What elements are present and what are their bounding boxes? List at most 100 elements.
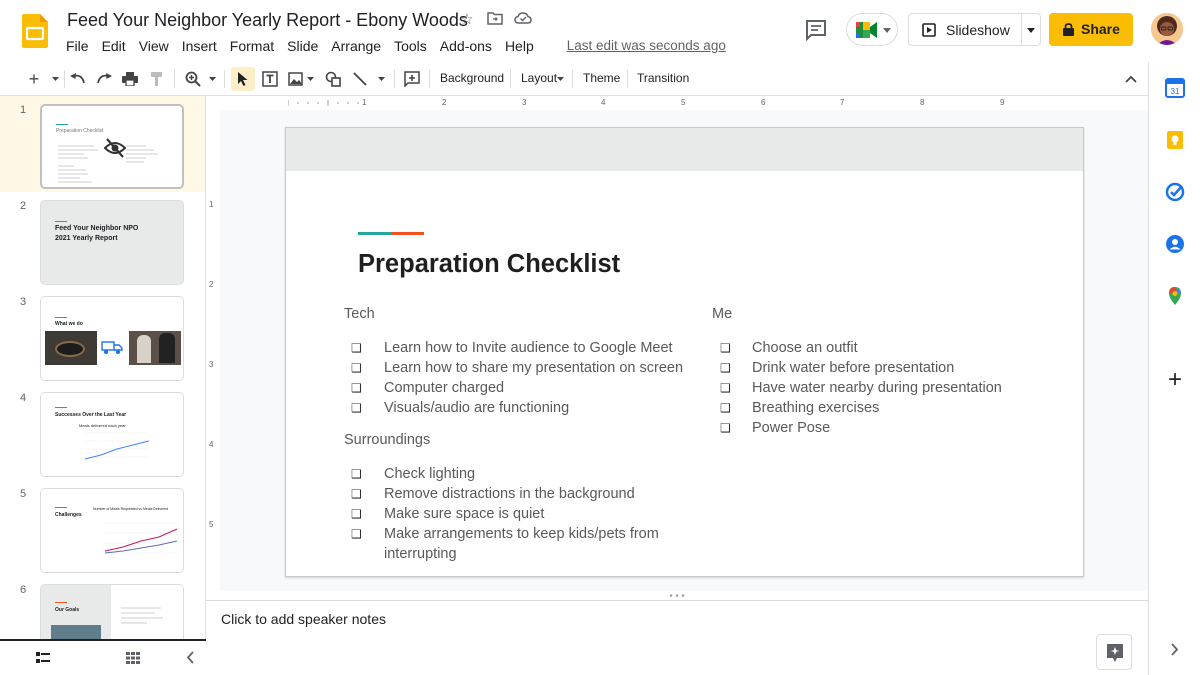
slide-number: 2 [20,200,27,212]
section-heading-surroundings[interactable]: Surroundings [344,432,430,448]
checklist-item[interactable]: Drink water before presentation [752,358,954,378]
slide-thumbnail-1[interactable]: Preparation Checklist [40,104,184,189]
star-icon[interactable]: ☆ [458,11,476,29]
title-accent-bar[interactable] [358,232,392,235]
share-button[interactable]: Share [1049,13,1133,46]
checklist-item[interactable]: Visuals/audio are functioning [384,398,569,418]
checklist-item[interactable]: Computer charged [384,378,504,398]
user-avatar[interactable] [1151,13,1183,45]
cursor-arrow-icon [238,72,248,86]
show-side-panel-chevron-right-icon[interactable] [1171,643,1179,656]
select-tool-button[interactable] [231,67,255,91]
theme-button[interactable]: Theme [583,71,620,85]
zoom-icon[interactable] [185,71,201,87]
divider [429,70,430,88]
thumb-accent [55,602,67,603]
menu-view[interactable]: View [139,38,169,54]
calendar-icon[interactable]: 31 [1165,78,1185,98]
slide-header-band [286,128,1083,171]
ruler-label: 1 [362,98,367,107]
grid-view-icon[interactable] [126,652,140,664]
checklist-item[interactable]: Make sure space is quiet [384,504,544,524]
thumb-line-chart [104,522,178,554]
line-chevron-icon[interactable] [378,77,385,81]
explore-button[interactable] [1096,634,1132,670]
checklist-item[interactable]: Make arrangements to keep kids/pets from [384,524,659,544]
slide-thumbnail-5[interactable]: Challenges Number of Meals Requested vs … [40,488,184,573]
zoom-chevron-icon[interactable] [209,77,216,81]
menu-slide[interactable]: Slide [287,38,318,54]
checklist-item[interactable]: Check lighting [384,464,475,484]
cloud-saved-icon[interactable] [514,11,532,29]
checklist-item[interactable]: Breathing exercises [752,398,879,418]
checklist-item[interactable]: Learn how to share my presentation on sc… [384,358,683,378]
redo-icon[interactable] [96,73,112,85]
checklist-item[interactable]: Learn how to Invite audience to Google M… [384,338,673,358]
text-box-icon[interactable] [262,71,278,87]
slide-thumbnail-2[interactable]: Feed Your Neighbor NPO 2021 Yearly Repor… [40,200,184,285]
menu-tools[interactable]: Tools [394,38,427,54]
meet-button[interactable] [846,13,898,46]
menu-edit[interactable]: Edit [102,38,126,54]
get-add-ons-plus-icon[interactable]: + [1165,368,1185,392]
contacts-icon[interactable] [1165,234,1185,254]
filmstrip-view-icon[interactable] [36,652,50,664]
speaker-notes[interactable]: Click to add speaker notes [206,600,1148,675]
menu-arrange[interactable]: Arrange [331,38,381,54]
checklist-item-continuation[interactable]: interrupting [384,544,457,564]
collapse-filmstrip-chevron-left-icon[interactable] [186,651,194,664]
vertical-ruler[interactable]: 1 2 3 4 5 [206,128,220,578]
slideshow-options-chevron-icon[interactable] [1027,28,1035,33]
delivery-truck-icon [101,341,123,354]
transition-button[interactable]: Transition [637,71,689,85]
slide-title[interactable]: Preparation Checklist [358,250,620,279]
undo-icon[interactable] [70,73,86,85]
comment-history-icon[interactable] [804,18,828,42]
image-chevron-icon[interactable] [307,77,314,81]
document-title[interactable]: Feed Your Neighbor Yearly Report - Ebony… [67,10,468,31]
slideshow-button[interactable]: Slideshow [908,13,1041,46]
collapse-toolbar-chevron-up-icon[interactable] [1125,75,1137,83]
move-folder-icon[interactable] [486,11,504,29]
slide-thumbnail-6[interactable]: Our Goals [40,584,184,639]
menu-format[interactable]: Format [230,38,274,54]
slide[interactable]: Preparation Checklist Tech ❑ Learn how t… [285,127,1084,577]
tasks-icon[interactable] [1165,182,1185,202]
background-button[interactable]: Background [440,71,504,85]
menu-insert[interactable]: Insert [182,38,217,54]
add-comment-icon[interactable] [404,71,420,87]
speaker-notes-placeholder[interactable]: Click to add speaker notes [221,611,386,627]
divider [627,70,628,88]
checklist-item[interactable]: Have water nearby during presentation [752,378,1002,398]
keep-icon[interactable] [1165,130,1185,150]
checklist-item[interactable]: Remove distractions in the background [384,484,635,504]
slide-number: 6 [20,584,27,596]
layout-button[interactable]: Layout [521,71,557,85]
section-heading-tech[interactable]: Tech [344,306,375,322]
notes-resize-handle-icon[interactable] [668,593,686,598]
horizontal-ruler[interactable]: 1 2 3 4 5 6 7 8 9 [288,96,1080,110]
line-icon[interactable] [352,71,368,87]
slide-thumbnail-3[interactable]: What we do [40,296,184,381]
slide-thumbnail-4[interactable]: Successes Over the Last Year Meals deliv… [40,392,184,477]
maps-icon[interactable] [1165,286,1185,306]
shape-icon[interactable] [325,71,341,87]
new-slide-chevron-icon[interactable] [52,77,59,81]
title-accent-bar[interactable] [392,232,424,235]
checklist-item[interactable]: Choose an outfit [752,338,858,358]
slides-logo-icon[interactable] [22,14,48,48]
layout-chevron-icon[interactable] [557,77,564,81]
image-icon[interactable] [288,72,303,86]
new-slide-icon[interactable]: + [26,69,42,89]
checklist-item[interactable]: Power Pose [752,418,830,438]
section-heading-me[interactable]: Me [712,306,732,322]
divider [64,70,65,88]
filmstrip-footer [0,639,206,675]
thumb-accent [55,221,67,222]
menu-help[interactable]: Help [505,38,534,54]
menu-add-ons[interactable]: Add-ons [440,38,492,54]
last-edit-link[interactable]: Last edit was seconds ago [567,38,726,54]
paint-format-icon[interactable] [150,71,164,87]
print-icon[interactable] [122,72,138,86]
menu-file[interactable]: File [66,38,89,54]
